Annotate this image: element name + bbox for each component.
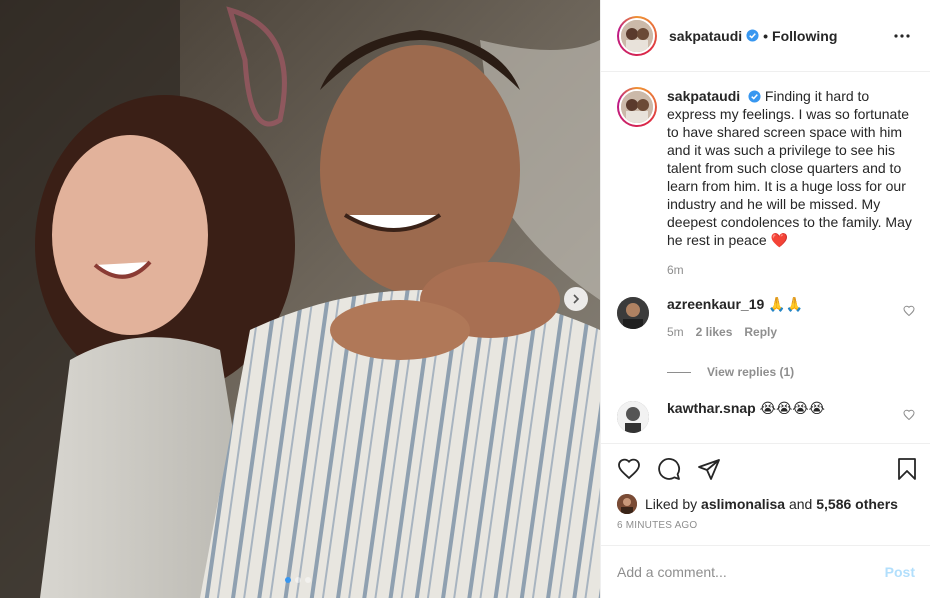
commenter-avatar[interactable] <box>617 401 649 433</box>
comment-time[interactable]: 5m <box>667 323 684 341</box>
comment-text: 😭😭😭😭 <box>759 400 826 416</box>
caption-emoji: ❤️ <box>770 232 788 248</box>
next-photo-button[interactable] <box>564 287 588 311</box>
author-avatar[interactable] <box>617 15 657 56</box>
verified-badge-icon <box>746 29 759 42</box>
comment-text: 🙏🙏 <box>768 296 804 312</box>
post-timestamp[interactable]: 6 MINUTES AGO <box>601 514 930 531</box>
author-username[interactable]: sakpataudi <box>669 28 742 44</box>
add-comment-bar: Post <box>601 545 930 598</box>
post-sidebar: sakpataudi • Following sakpataudi Findin… <box>600 0 930 598</box>
verified-badge-icon <box>748 90 761 103</box>
comment-username[interactable]: kawthar.snap <box>667 400 756 416</box>
avatar-photo <box>617 297 649 329</box>
comment-icon <box>658 458 680 480</box>
commenter-avatar[interactable] <box>617 297 649 329</box>
share-icon <box>698 459 720 480</box>
comments-list[interactable]: sakpataudi Finding it hard to express my… <box>601 73 930 443</box>
replies-divider <box>667 371 691 373</box>
view-replies-button[interactable]: View replies (1) <box>667 365 915 379</box>
post-comment-button[interactable]: Post <box>885 564 915 580</box>
comment-likes[interactable]: 2 likes <box>696 323 733 341</box>
likes-and: and <box>788 496 813 512</box>
comment-item: azreenkaur_19 🙏🙏 5m 2 likes Reply <box>617 295 915 341</box>
avatar-photo <box>617 401 649 433</box>
save-button[interactable] <box>895 457 919 481</box>
caption-time[interactable]: 6m <box>667 261 915 279</box>
liker-avatar[interactable] <box>617 494 637 514</box>
avatar-image <box>619 89 655 125</box>
avatar-photo <box>621 91 653 123</box>
post-media[interactable] <box>0 0 600 598</box>
reply-button[interactable]: Reply <box>744 323 777 341</box>
carousel-dot <box>295 577 301 583</box>
carousel-indicators <box>285 577 311 583</box>
more-horizontal-icon <box>894 33 910 38</box>
caption-username[interactable]: sakpataudi <box>667 88 740 104</box>
post-actions-area: Liked by aslimonalisa and 5,586 others 6… <box>601 443 930 531</box>
comment-item: kawthar.snap 😭😭😭😭 <box>617 399 915 433</box>
comment-input[interactable] <box>617 564 885 580</box>
heart-icon[interactable] <box>903 409 915 421</box>
likes-summary: Liked by aslimonalisa and 5,586 others <box>601 494 930 514</box>
likes-others[interactable]: 5,586 others <box>816 496 898 512</box>
comment-username[interactable]: azreenkaur_19 <box>667 296 764 312</box>
action-bar <box>601 444 930 494</box>
comment-body: azreenkaur_19 🙏🙏 5m 2 likes Reply <box>667 295 897 341</box>
carousel-dot <box>305 577 311 583</box>
more-options-button[interactable] <box>890 24 914 48</box>
header-separator: • <box>763 27 769 44</box>
chevron-right-icon <box>573 294 580 304</box>
post-photo <box>0 0 600 598</box>
heart-icon[interactable] <box>903 305 915 317</box>
caption-text: Finding it hard to express my feelings. … <box>667 88 912 248</box>
likes-prefix: Liked by <box>645 496 698 512</box>
liker-username[interactable]: aslimonalisa <box>701 496 785 512</box>
like-button[interactable] <box>617 457 641 481</box>
comment-meta: 5m 2 likes Reply <box>667 323 897 341</box>
following-button[interactable]: Following <box>772 28 837 44</box>
avatar-photo <box>617 494 637 514</box>
view-replies-label: View replies (1) <box>707 365 795 379</box>
heart-icon <box>618 458 640 480</box>
caption-avatar[interactable] <box>617 87 657 127</box>
caption: sakpataudi Finding it hard to express my… <box>617 73 915 279</box>
share-button[interactable] <box>697 457 721 481</box>
carousel-dot <box>285 577 291 583</box>
comment-body: kawthar.snap 😭😭😭😭 <box>667 399 897 433</box>
avatar-photo <box>621 19 653 52</box>
post-header: sakpataudi • Following <box>601 0 930 72</box>
bookmark-icon <box>898 458 916 480</box>
comment-button[interactable] <box>657 457 681 481</box>
avatar-image <box>619 17 655 54</box>
caption-body: sakpataudi Finding it hard to express my… <box>667 87 915 279</box>
